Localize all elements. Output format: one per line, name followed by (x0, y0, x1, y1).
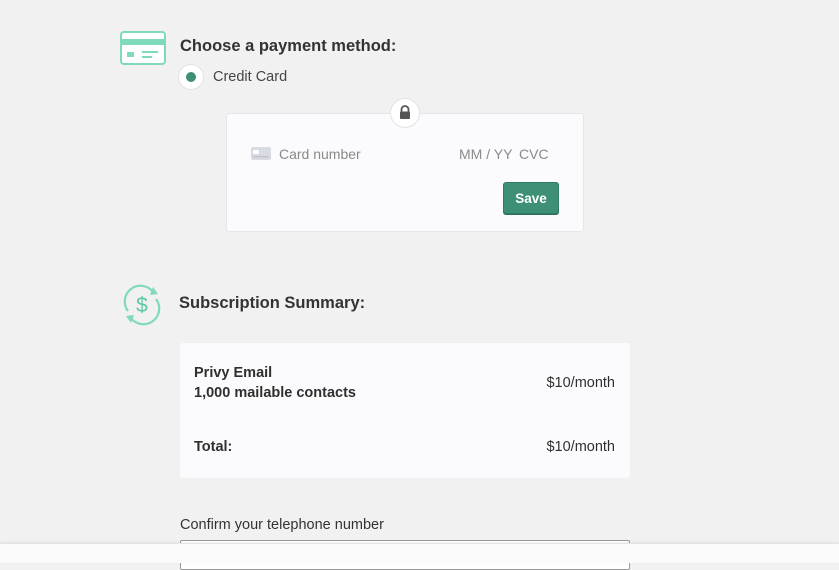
subscription-summary-panel (180, 343, 630, 478)
card-form-panel (226, 113, 584, 232)
save-button[interactable]: Save (503, 182, 559, 214)
credit-card-radio[interactable] (179, 65, 203, 89)
lock-icon (391, 99, 419, 127)
plan-contacts: 1,000 mailable contacts (194, 385, 356, 401)
payment-method-title: Choose a payment method: (180, 37, 397, 55)
credit-card-radio-label[interactable]: Credit Card (213, 69, 287, 85)
subscription-summary-title: Subscription Summary: (179, 294, 366, 312)
card-brand-icon (251, 147, 271, 160)
bottom-bar (0, 543, 839, 563)
total-price: $10/month (546, 439, 615, 455)
radio-selected-dot (186, 72, 196, 82)
recurring-dollar-icon: $ (120, 283, 164, 327)
total-label: Total: (194, 439, 233, 455)
telephone-label: Confirm your telephone number (180, 517, 384, 533)
card-cvc-input[interactable]: CVC (519, 146, 549, 162)
svg-text:$: $ (136, 294, 148, 317)
card-expiry-input[interactable]: MM / YY (459, 146, 512, 162)
plan-price: $10/month (546, 375, 615, 391)
plan-name: Privy Email (194, 365, 273, 381)
credit-card-icon (120, 31, 166, 65)
card-number-input[interactable]: Card number (279, 146, 361, 162)
